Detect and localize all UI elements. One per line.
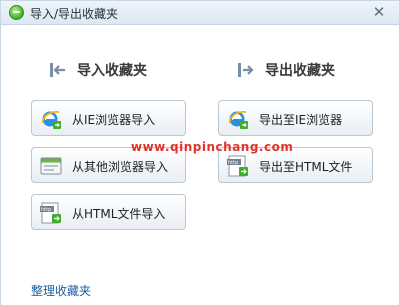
ie-icon — [42, 111, 61, 129]
export-to-html-label: 导出至HTML文件 — [259, 160, 353, 174]
import-from-html-label: 从HTML文件导入 — [72, 207, 166, 221]
export-heading-label: 导出收藏夹 — [265, 63, 335, 79]
ie-icon — [229, 111, 248, 129]
browser-window-icon — [40, 157, 62, 175]
site-watermark: www.qinpinchang.com — [131, 140, 294, 154]
close-button[interactable]: ✕ — [369, 3, 389, 21]
export-to-ie-label: 导出至IE浏览器 — [259, 113, 343, 127]
favorites-dialog: 导入/导出收藏夹 ✕ 导入收藏夹 导出收藏夹 从IE浏览器导入 从其他浏览器导入… — [0, 0, 400, 306]
html-file-icon: http — [40, 202, 61, 224]
window-title: 导入/导出收藏夹 — [30, 7, 119, 21]
app-logo-icon — [9, 5, 24, 20]
import-from-html-button[interactable]: http 从HTML文件导入 — [31, 194, 186, 230]
import-from-ie-label: 从IE浏览器导入 — [72, 113, 156, 127]
import-arrow-icon — [50, 63, 65, 77]
import-from-ie-button[interactable]: 从IE浏览器导入 — [31, 100, 186, 136]
import-from-other-browser-label: 从其他浏览器导入 — [72, 160, 169, 174]
html-file-icon: http — [227, 155, 248, 177]
title-bar: 导入/导出收藏夹 ✕ — [1, 1, 399, 25]
import-heading-label: 导入收藏夹 — [77, 63, 147, 79]
organize-favorites-link[interactable]: 整理收藏夹 — [31, 282, 91, 299]
svg-text:http: http — [228, 160, 238, 166]
svg-text:http: http — [41, 207, 51, 213]
export-to-ie-button[interactable]: 导出至IE浏览器 — [218, 100, 373, 136]
export-arrow-icon — [238, 63, 254, 77]
